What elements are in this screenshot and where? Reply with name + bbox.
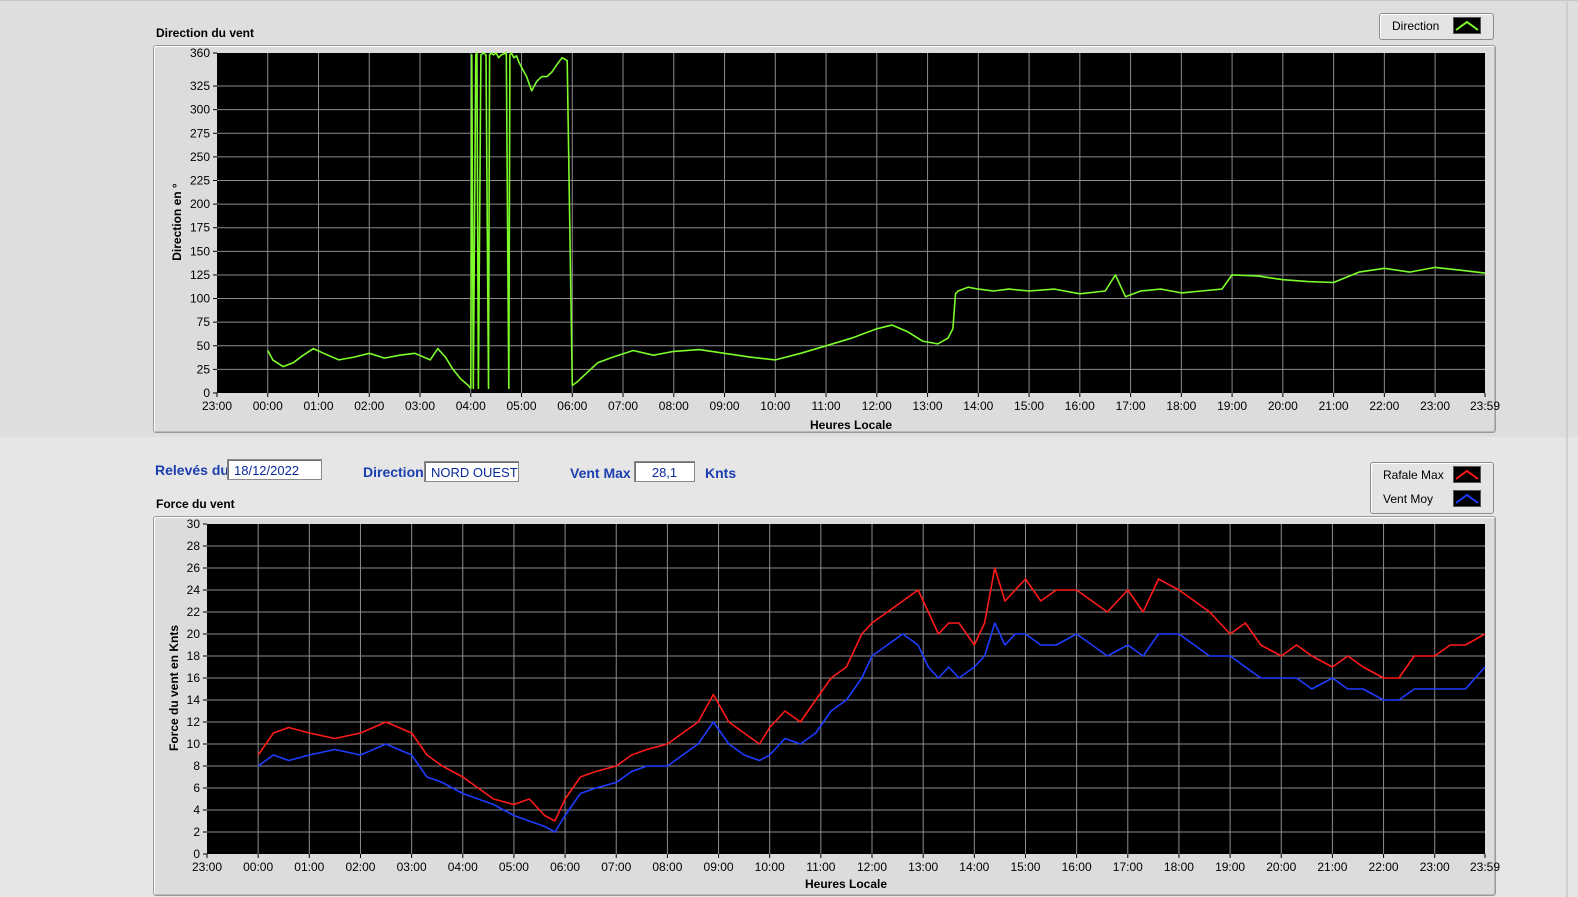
force-y-axis-label: Force du vent en Knts bbox=[167, 624, 181, 752]
ventmax-value-field[interactable]: 28,1 bbox=[634, 461, 695, 482]
force-plot-area[interactable] bbox=[207, 524, 1485, 854]
direction-y-axis-label: Direction en ° bbox=[170, 183, 184, 261]
legend-item-vent-moy[interactable]: Vent Moy bbox=[1371, 487, 1493, 511]
right-edge bbox=[1566, 0, 1568, 897]
direction-legend[interactable]: Direction bbox=[1379, 13, 1494, 40]
direction-value-field[interactable]: NORD OUEST bbox=[424, 461, 519, 482]
legend-label-rafale-max: Rafale Max bbox=[1383, 468, 1444, 482]
ventmax-label: Vent Max bbox=[570, 465, 631, 481]
force-chart-frame bbox=[153, 516, 1496, 896]
direction-plot-area[interactable] bbox=[217, 53, 1485, 393]
force-chart-title: Force du vent bbox=[156, 497, 235, 511]
direction-label: Direction bbox=[363, 464, 424, 480]
force-legend[interactable]: Rafale Max Vent Moy bbox=[1370, 462, 1494, 514]
direction-chart-frame bbox=[153, 45, 1496, 433]
legend-swatch-direction bbox=[1453, 17, 1481, 34]
releves-date-field[interactable]: 18/12/2022 bbox=[227, 459, 322, 480]
direction-x-axis-label: Heures Locale bbox=[809, 418, 893, 432]
legend-item-rafale-max[interactable]: Rafale Max bbox=[1371, 463, 1493, 487]
force-x-axis-label: Heures Locale bbox=[804, 877, 888, 891]
legend-swatch-rafale-max bbox=[1453, 466, 1481, 483]
releves-label: Relevés du bbox=[155, 462, 229, 478]
legend-item-direction[interactable]: Direction bbox=[1380, 14, 1493, 38]
ventmax-unit: Knts bbox=[705, 465, 737, 481]
legend-label-direction: Direction bbox=[1392, 19, 1440, 33]
direction-chart-title: Direction du vent bbox=[156, 26, 255, 40]
legend-swatch-vent-moy bbox=[1453, 490, 1481, 507]
legend-label-vent-moy: Vent Moy bbox=[1383, 492, 1434, 506]
